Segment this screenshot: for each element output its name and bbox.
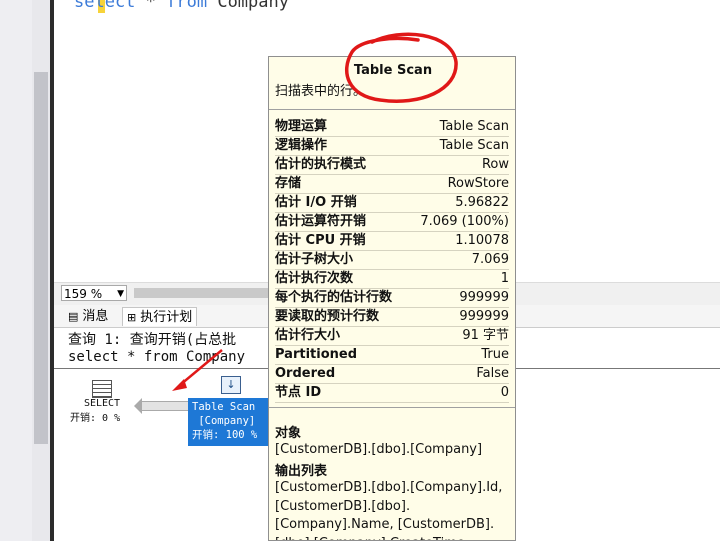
property-value: 999999 bbox=[459, 309, 509, 324]
property-value: 5.96822 bbox=[455, 195, 509, 210]
property-name: 要读取的预计行数 bbox=[275, 309, 380, 324]
keyword-from: from bbox=[166, 0, 208, 12]
property-name: 估计 I/O 开销 bbox=[275, 195, 357, 210]
tooltip-property-row: 逻辑操作 Table Scan bbox=[275, 137, 509, 156]
property-name: 估计子树大小 bbox=[275, 252, 354, 267]
left-panel bbox=[0, 0, 32, 541]
table-scan-line2: [Company] bbox=[192, 415, 256, 427]
output-list-value: [CustomerDB].[dbo].[Company].Id, [Custom… bbox=[275, 480, 503, 540]
tooltip-title: Table Scan bbox=[353, 63, 433, 78]
table-name: Company bbox=[207, 0, 289, 12]
property-name: 逻辑操作 bbox=[275, 138, 328, 153]
query-line[interactable]: select * from Company bbox=[74, 0, 289, 12]
tooltip-property-row: 存储 RowStore bbox=[275, 175, 509, 194]
property-value: 7.069 bbox=[471, 252, 509, 267]
property-value: False bbox=[476, 366, 509, 381]
tooltip-property-row: 估计 I/O 开销 5.96822 bbox=[275, 194, 509, 213]
property-name: Ordered bbox=[275, 366, 336, 381]
property-name: 估计 CPU 开销 bbox=[275, 233, 366, 248]
property-value: Row bbox=[481, 157, 509, 172]
tooltip-property-row: 估计子树大小 7.069 bbox=[275, 251, 509, 270]
tooltip-property-row: 要读取的预计行数 999999 bbox=[275, 308, 509, 327]
property-name: 节点 ID bbox=[275, 385, 322, 400]
tooltip-divider bbox=[269, 407, 515, 408]
keyword-select: select bbox=[74, 0, 136, 12]
property-value: 7.069 (100%) bbox=[420, 214, 509, 229]
property-name: 存储 bbox=[275, 176, 302, 191]
messages-icon: ▤ bbox=[68, 310, 79, 323]
property-value: 0 bbox=[500, 385, 509, 400]
star: * bbox=[135, 0, 167, 12]
plan-connector-arrowhead bbox=[134, 398, 142, 414]
tooltip-property-row: Partitioned True bbox=[275, 346, 509, 365]
property-value: 1.10078 bbox=[455, 233, 509, 248]
vertical-scrollbar-thumb[interactable] bbox=[34, 72, 48, 444]
tooltip-property-row: 节点 ID 0 bbox=[275, 384, 509, 403]
tooltip-description: 扫描表中的行。 bbox=[275, 84, 367, 99]
property-name: Partitioned bbox=[275, 347, 358, 362]
tooltip-property-row: 物理运算 Table Scan bbox=[275, 118, 509, 137]
tab-execution-plan[interactable]: ⊞ 执行计划 bbox=[122, 307, 198, 326]
table-scan-line3: 开销: 100 % bbox=[192, 429, 258, 441]
query-header: 查询 1: 查询开销(占总批 bbox=[68, 332, 237, 348]
property-value: Table Scan bbox=[439, 138, 509, 153]
tooltip-divider bbox=[269, 109, 515, 110]
property-value: RowStore bbox=[447, 176, 509, 191]
tooltip-property-row: 估计行大小 91 字节 bbox=[275, 327, 509, 346]
plan-node-select[interactable]: SELECT 开销: 0 % bbox=[70, 380, 126, 424]
property-name: 估计的执行模式 bbox=[275, 157, 367, 172]
select-node-label: SELECT bbox=[83, 398, 121, 409]
property-name: 估计运算符开销 bbox=[275, 214, 367, 229]
tooltip-property-row: 估计执行次数 1 bbox=[275, 270, 509, 289]
tooltip-property-row: 估计运算符开销 7.069 (100%) bbox=[275, 213, 509, 232]
tooltip-property-row: 估计的执行模式 Row bbox=[275, 156, 509, 175]
horizontal-scrollbar-thumb[interactable] bbox=[134, 288, 274, 298]
property-name: 每个执行的估计行数 bbox=[275, 290, 393, 305]
table-scan-label: Table Scan [Company] 开销: 100 % bbox=[188, 398, 268, 446]
object-heading: 对象 bbox=[275, 426, 302, 441]
property-name: 估计行大小 bbox=[275, 328, 341, 343]
zoom-value: 159 % bbox=[64, 287, 103, 301]
tooltip-property-row: Ordered False bbox=[275, 365, 509, 384]
query-text: select * from Company bbox=[68, 349, 246, 365]
object-value: [CustomerDB].[dbo].[Company] bbox=[275, 442, 483, 457]
table-scan-icon: ↓ bbox=[221, 376, 241, 394]
property-value: 999999 bbox=[459, 290, 509, 305]
tab-messages[interactable]: ▤ 消息 bbox=[64, 307, 112, 326]
tooltip-property-row: 估计 CPU 开销 1.10078 bbox=[275, 232, 509, 251]
property-value: True bbox=[481, 347, 509, 362]
select-grid-icon bbox=[92, 380, 112, 398]
chevron-down-icon: ▼ bbox=[117, 289, 124, 299]
table-scan-line1: Table Scan bbox=[192, 401, 256, 413]
tooltip-property-row: 每个执行的估计行数 999999 bbox=[275, 289, 509, 308]
select-node-cost: 开销: 0 % bbox=[70, 413, 121, 424]
output-list-heading: 输出列表 bbox=[275, 464, 328, 479]
property-value: 1 bbox=[500, 271, 509, 286]
property-name: 估计执行次数 bbox=[275, 271, 354, 286]
plan-node-table-scan[interactable]: ↓ Table Scan [Company] 开销: 100 % bbox=[188, 374, 268, 446]
zoom-dropdown[interactable]: 159 % ▼ bbox=[61, 285, 127, 301]
tab-execution-plan-label: 执行计划 bbox=[140, 310, 193, 325]
property-value: Table Scan bbox=[439, 119, 509, 134]
property-name: 物理运算 bbox=[275, 119, 328, 134]
execution-plan-icon: ⊞ bbox=[127, 311, 137, 324]
property-value: 91 字节 bbox=[462, 328, 509, 343]
tab-messages-label: 消息 bbox=[82, 309, 109, 324]
operator-tooltip: Table Scan 扫描表中的行。 物理运算 Table Scan 逻辑操作 Tab… bbox=[268, 56, 516, 541]
plan-connector bbox=[140, 401, 190, 411]
